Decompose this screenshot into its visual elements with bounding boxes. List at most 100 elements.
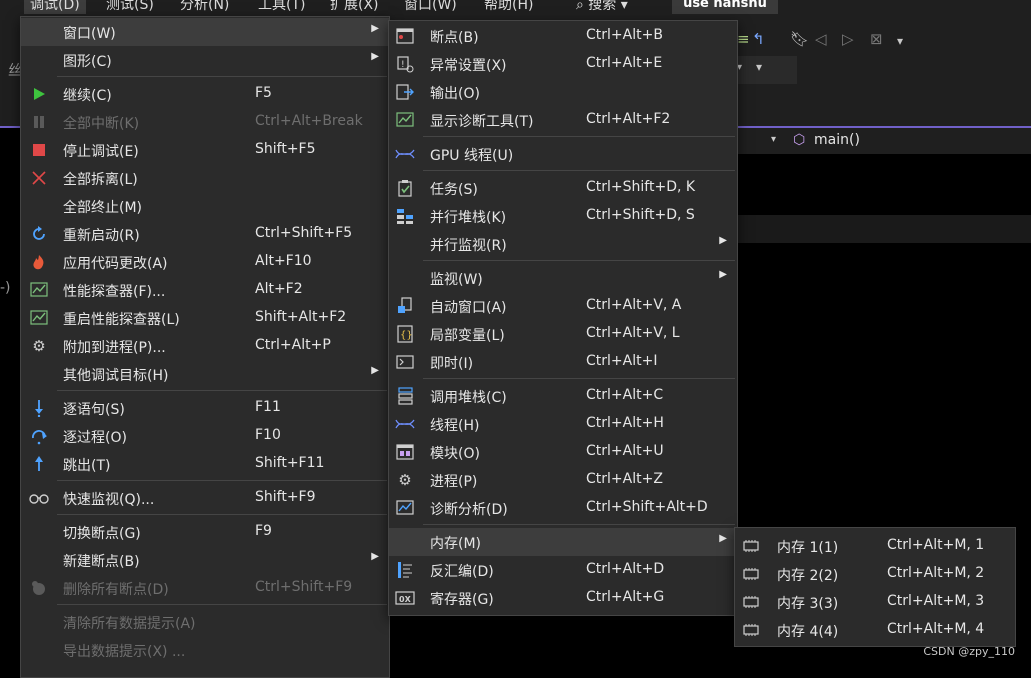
menu-item-window-11[interactable]: 监视(W) ▶	[389, 264, 737, 292]
menu-item-label: 局部变量(L)	[430, 328, 505, 344]
submenu-arrow-icon: ▶	[371, 51, 379, 62]
menu-test[interactable]: 测试(S)	[106, 0, 154, 14]
menu-item-window-12[interactable]: 自动窗口(A) Ctrl+Alt+V, A	[389, 292, 737, 320]
menu-item-shortcut: Ctrl+Alt+I	[586, 353, 658, 369]
menu-help[interactable]: 帮助(H)	[484, 0, 533, 14]
cube-icon: ⬡	[793, 132, 806, 148]
menu-item-window-7[interactable]: 任务(S) Ctrl+Shift+D, K	[389, 174, 737, 202]
menu-item-window-0[interactable]: 断点(B) Ctrl+Alt+B	[389, 22, 737, 50]
toolbar-overflow-icon[interactable]: ▾	[897, 34, 903, 48]
menu-extensions[interactable]: 扩展(X)	[330, 0, 379, 14]
menu-item-debug-1[interactable]: 图形(C) ▶	[21, 46, 389, 74]
function-combo[interactable]: ▾ ⬡ main()	[737, 128, 1031, 154]
menu-item-label: 寄存器(G)	[430, 592, 494, 608]
menu-item-window-17[interactable]: 线程(H) Ctrl+Alt+H	[389, 410, 737, 438]
menu-item-debug-15[interactable]: 逐语句(S) F11	[21, 394, 389, 422]
diagnostic-tools-icon	[395, 110, 415, 130]
hot-reload-icon	[29, 252, 49, 272]
menu-item-window-18[interactable]: 模块(O) Ctrl+Alt+U	[389, 438, 737, 466]
tasks-icon	[395, 178, 415, 198]
bookmark-icon[interactable]: 🔖︎	[790, 30, 809, 48]
menu-item-window-19[interactable]: ⚙ 进程(P) Ctrl+Alt+Z	[389, 466, 737, 494]
menu-item-memory-1[interactable]: 内存 2(2) Ctrl+Alt+M, 2	[735, 560, 1015, 588]
menu-item-window-2[interactable]: 输出(O)	[389, 78, 737, 106]
menu-item-label: 其他调试目标(H)	[63, 368, 169, 384]
menu-item-window-14[interactable]: 即时(I) Ctrl+Alt+I	[389, 348, 737, 376]
immediate-icon	[395, 352, 415, 372]
menu-item-debug-22[interactable]: 新建断点(B) ▶	[21, 546, 389, 574]
bookmark-next-icon[interactable]: ▷	[842, 30, 854, 48]
menu-item-shortcut: Ctrl+Alt+F2	[586, 111, 671, 127]
menu-item-debug-19[interactable]: 快速监视(Q)... Shift+F9	[21, 484, 389, 512]
menu-item-window-8[interactable]: 并行堆栈(K) Ctrl+Shift+D, S	[389, 202, 737, 230]
menu-item-label: 逐过程(O)	[63, 430, 127, 446]
menu-item-window-24[interactable]: 0X 寄存器(G) Ctrl+Alt+G	[389, 584, 737, 612]
menu-separator	[57, 480, 387, 481]
menu-item-label: 快速监视(Q)...	[63, 492, 155, 508]
watermark: CSDN @zpy_110	[923, 645, 1015, 658]
menu-item-shortcut: Ctrl+Alt+M, 4	[887, 621, 985, 637]
search-box[interactable]: ⌕ 搜索 ▾	[576, 0, 628, 14]
registers-icon: 0X	[395, 588, 415, 608]
menu-item-shortcut: Ctrl+Alt+V, L	[586, 325, 680, 341]
bookmark-prev-icon[interactable]: ◁	[815, 30, 827, 48]
toolbar-lines-icon[interactable]: ≡	[737, 30, 750, 48]
menu-item-debug-10[interactable]: 性能探查器(F)... Alt+F2	[21, 276, 389, 304]
menu-item-debug-5[interactable]: 停止调试(E) Shift+F5	[21, 136, 389, 164]
disassembly-icon	[395, 560, 415, 580]
menu-item-label: GPU 线程(U)	[430, 148, 514, 164]
gears-icon: ⚙	[32, 337, 46, 355]
menu-item-window-5[interactable]: GPU 线程(U)	[389, 140, 737, 168]
menu-item-debug-21[interactable]: 切换断点(G) F9	[21, 518, 389, 546]
menu-tools[interactable]: 工具(T)	[258, 0, 305, 14]
menu-item-memory-2[interactable]: 内存 3(3) Ctrl+Alt+M, 3	[735, 588, 1015, 616]
menu-item-label: 显示诊断工具(T)	[430, 114, 534, 130]
menu-item-window-1[interactable]: ! 异常设置(X) Ctrl+Alt+E	[389, 50, 737, 78]
bookmark-clear-icon[interactable]: ⊠	[870, 30, 883, 48]
menu-item-window-16[interactable]: 调用堆栈(C) Ctrl+Alt+C	[389, 382, 737, 410]
menu-item-label: 输出(O)	[430, 86, 480, 102]
menu-item-window-13[interactable]: {} 局部变量(L) Ctrl+Alt+V, L	[389, 320, 737, 348]
menu-item-window-9[interactable]: 并行监视(R) ▶	[389, 230, 737, 258]
output-icon	[395, 82, 415, 102]
menu-item-memory-0[interactable]: 内存 1(1) Ctrl+Alt+M, 1	[735, 532, 1015, 560]
menu-item-debug-0[interactable]: 窗口(W) ▶	[21, 18, 389, 46]
menu-item-debug-25: 清除所有数据提示(A)	[21, 608, 389, 636]
menu-item-window-22[interactable]: 内存(M) ▶	[389, 528, 737, 556]
menu-separator	[57, 76, 387, 77]
menu-item-shortcut: Shift+F5	[255, 141, 316, 157]
menu-item-debug-16[interactable]: 逐过程(O) F10	[21, 422, 389, 450]
menu-analyze[interactable]: 分析(N)	[180, 0, 229, 14]
menu-item-debug-3[interactable]: 继续(C) F5	[21, 80, 389, 108]
menu-item-debug-13[interactable]: 其他调试目标(H) ▶	[21, 360, 389, 388]
menu-item-debug-8[interactable]: 重新启动(R) Ctrl+Shift+F5	[21, 220, 389, 248]
menu-item-window-20[interactable]: 诊断分析(D) Ctrl+Shift+Alt+D	[389, 494, 737, 522]
overflow-icon[interactable]: ▾	[756, 60, 762, 74]
menu-item-debug-12[interactable]: ⚙ 附加到进程(P)... Ctrl+Alt+P	[21, 332, 389, 360]
modules-icon	[395, 442, 415, 462]
menu-item-debug-9[interactable]: 应用代码更改(A) Alt+F10	[21, 248, 389, 276]
config-combo[interactable]: ▾	[737, 56, 797, 84]
menu-item-window-3[interactable]: 显示诊断工具(T) Ctrl+Alt+F2	[389, 106, 737, 134]
menu-item-debug-7[interactable]: 全部终止(M)	[21, 192, 389, 220]
menu-debug[interactable]: 调试(D)	[24, 0, 86, 14]
menu-item-shortcut: Alt+F2	[255, 281, 303, 297]
menu-separator	[423, 170, 735, 171]
window-submenu: 断点(B) Ctrl+Alt+B! 异常设置(X) Ctrl+Alt+E 输出(O) 显示…	[388, 20, 738, 616]
solution-name: use hanshu	[672, 0, 778, 14]
menu-item-memory-3[interactable]: 内存 4(4) Ctrl+Alt+M, 4	[735, 616, 1015, 644]
menu-separator	[57, 514, 387, 515]
menu-item-label: 线程(H)	[430, 418, 480, 434]
menu-item-debug-6[interactable]: 全部拆离(L)	[21, 164, 389, 192]
menu-item-shortcut: Ctrl+Alt+M, 2	[887, 565, 985, 581]
editor-text: -)	[0, 280, 11, 296]
toolbar-undo-icon[interactable]: ↰	[752, 30, 765, 48]
menu-item-label: 应用代码更改(A)	[63, 256, 168, 272]
menu-item-debug-17[interactable]: 跳出(T) Shift+F11	[21, 450, 389, 478]
menu-item-shortcut: Ctrl+Shift+D, K	[586, 179, 696, 195]
threads-icon	[395, 414, 415, 434]
menu-item-debug-11[interactable]: 重启性能探查器(L) Shift+Alt+F2	[21, 304, 389, 332]
menu-item-window-23[interactable]: 反汇编(D) Ctrl+Alt+D	[389, 556, 737, 584]
menu-window[interactable]: 窗口(W)	[404, 0, 457, 14]
menu-item-label: 性能探查器(F)...	[63, 284, 166, 300]
